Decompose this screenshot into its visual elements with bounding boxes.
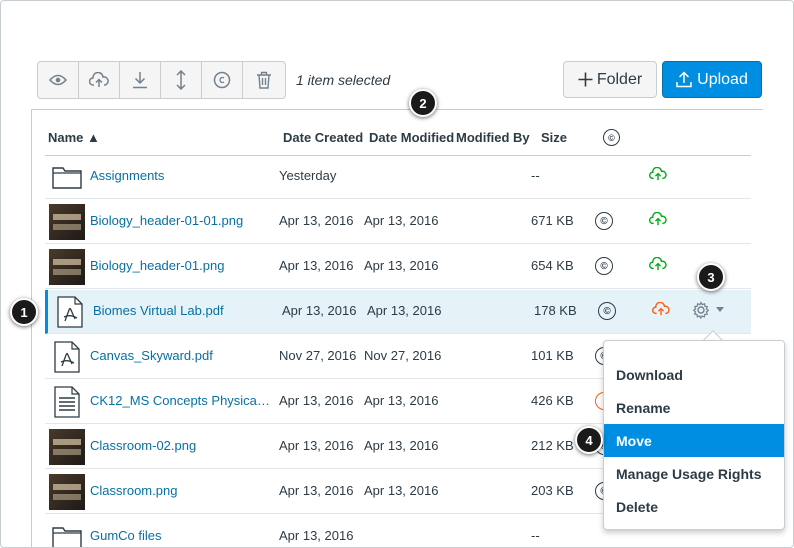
add-folder-label: Folder [596, 70, 643, 88]
preview-icon [49, 74, 67, 86]
preview-button[interactable] [38, 62, 79, 98]
trash-icon [256, 71, 271, 89]
selection-count: 1 item selected [296, 72, 391, 88]
menu-item-download[interactable]: Download [604, 358, 784, 391]
folder-icon [49, 159, 85, 195]
usage-rights-button[interactable] [202, 62, 243, 98]
file-size: 671 KB [531, 213, 574, 228]
toolbar-divider [31, 109, 763, 110]
plus-icon [578, 72, 593, 87]
pdf-icon [49, 339, 85, 375]
date-modified: Apr 13, 2016 [367, 303, 442, 318]
menu-item-delete[interactable]: Delete [604, 490, 784, 523]
column-header-size[interactable]: Size [541, 130, 567, 145]
row-actions-menu: Download Rename Move Manage Usage Rights… [603, 340, 785, 530]
move-icon [176, 70, 186, 90]
file-size: -- [531, 168, 540, 183]
file-actions-toolbar [37, 61, 286, 99]
column-header-modified-by[interactable]: Modified By [456, 130, 530, 145]
date-modified: Apr 13, 2016 [364, 483, 439, 498]
add-folder-button[interactable]: Folder [563, 61, 657, 98]
file-name-link[interactable]: Biology_header-01.png [90, 258, 270, 273]
publish-status-icon[interactable] [649, 256, 667, 276]
image-thumbnail [49, 429, 85, 465]
column-header-date-created[interactable]: Date Created [283, 130, 363, 145]
callout-2: 2 [409, 89, 437, 117]
file-size: 203 KB [531, 483, 574, 498]
publish-status-icon[interactable] [649, 211, 667, 231]
file-name-link[interactable]: Assignments [90, 168, 270, 183]
publish-button[interactable] [79, 62, 120, 98]
upload-button[interactable]: Upload [662, 61, 762, 98]
file-row[interactable]: Biomes Virtual Lab.pdf Apr 13, 2016 Apr 13… [45, 290, 751, 334]
document-icon [49, 384, 85, 420]
callout-1: 1 [10, 298, 38, 326]
date-created: Apr 13, 2016 [279, 393, 354, 408]
date-modified: Apr 13, 2016 [364, 393, 439, 408]
tree-divider [31, 109, 32, 547]
copyright-icon [213, 71, 231, 89]
gear-icon [692, 301, 710, 319]
column-header-date-modified[interactable]: Date Modified [369, 130, 454, 145]
date-created: Apr 13, 2016 [279, 213, 354, 228]
usage-rights-icon[interactable]: © [595, 212, 613, 230]
date-modified: Nov 27, 2016 [364, 348, 442, 363]
date-created: Apr 13, 2016 [282, 303, 357, 318]
date-modified: Apr 13, 2016 [364, 213, 439, 228]
publish-status-icon[interactable] [649, 166, 667, 186]
usage-rights-icon[interactable]: © [595, 257, 613, 275]
file-name-link[interactable]: Classroom.png [90, 483, 270, 498]
file-name-link[interactable]: Biology_header-01-01.png [90, 213, 270, 228]
file-name-link[interactable]: GumCo files [90, 528, 270, 543]
file-size: 212 KB [531, 438, 574, 453]
usage-rights-icon[interactable]: © [598, 302, 616, 320]
download-button[interactable] [120, 62, 161, 98]
file-row[interactable]: Biology_header-01-01.png Apr 13, 2016 Apr … [45, 200, 751, 244]
date-created: Apr 13, 2016 [279, 258, 354, 273]
date-created: Apr 13, 2016 [279, 438, 354, 453]
callout-3: 3 [697, 263, 725, 291]
file-name-link[interactable]: CK12_MS Concepts Physical ... [90, 393, 270, 408]
file-size: 101 KB [531, 348, 574, 363]
date-modified: Apr 13, 2016 [364, 438, 439, 453]
date-created: Apr 13, 2016 [279, 483, 354, 498]
upload-icon [676, 71, 692, 88]
publish-status-icon[interactable] [652, 301, 670, 321]
date-created: Nov 27, 2016 [279, 348, 357, 363]
image-thumbnail [49, 204, 85, 240]
date-created: Apr 13, 2016 [279, 528, 354, 543]
upload-label: Upload [697, 70, 748, 88]
column-header-usage-rights[interactable]: © [603, 129, 620, 146]
row-settings-button[interactable] [692, 301, 724, 319]
file-size: 178 KB [534, 303, 577, 318]
date-modified: Apr 13, 2016 [364, 258, 439, 273]
delete-button[interactable] [243, 62, 284, 98]
image-thumbnail [49, 249, 85, 285]
download-icon [133, 72, 147, 89]
file-name-link[interactable]: Biomes Virtual Lab.pdf [93, 303, 273, 318]
column-header-name[interactable]: Name ▲ [48, 130, 100, 145]
menu-item-rename[interactable]: Rename [604, 391, 784, 424]
cloud-publish-icon [89, 72, 109, 87]
image-thumbnail [49, 474, 85, 510]
date-created: Yesterday [279, 168, 337, 183]
file-size: 426 KB [531, 393, 574, 408]
file-size: -- [531, 528, 540, 543]
file-size: 654 KB [531, 258, 574, 273]
menu-item-move[interactable]: Move [604, 424, 784, 457]
folder-icon [49, 519, 85, 547]
callout-4: 4 [575, 426, 603, 454]
menu-item-manage-usage-rights[interactable]: Manage Usage Rights [604, 457, 784, 490]
move-button[interactable] [161, 62, 202, 98]
files-window: 1 item selected Folder Upload Name ▲ Dat… [0, 0, 794, 548]
caret-down-icon [716, 307, 724, 312]
pdf-icon [52, 294, 88, 330]
file-name-link[interactable]: Classroom-02.png [90, 438, 270, 453]
file-name-link[interactable]: Canvas_Skyward.pdf [90, 348, 270, 363]
file-row[interactable]: Assignments Yesterday -- [45, 155, 751, 199]
file-row[interactable]: Biology_header-01.png Apr 13, 2016 Apr 13,… [45, 245, 751, 289]
